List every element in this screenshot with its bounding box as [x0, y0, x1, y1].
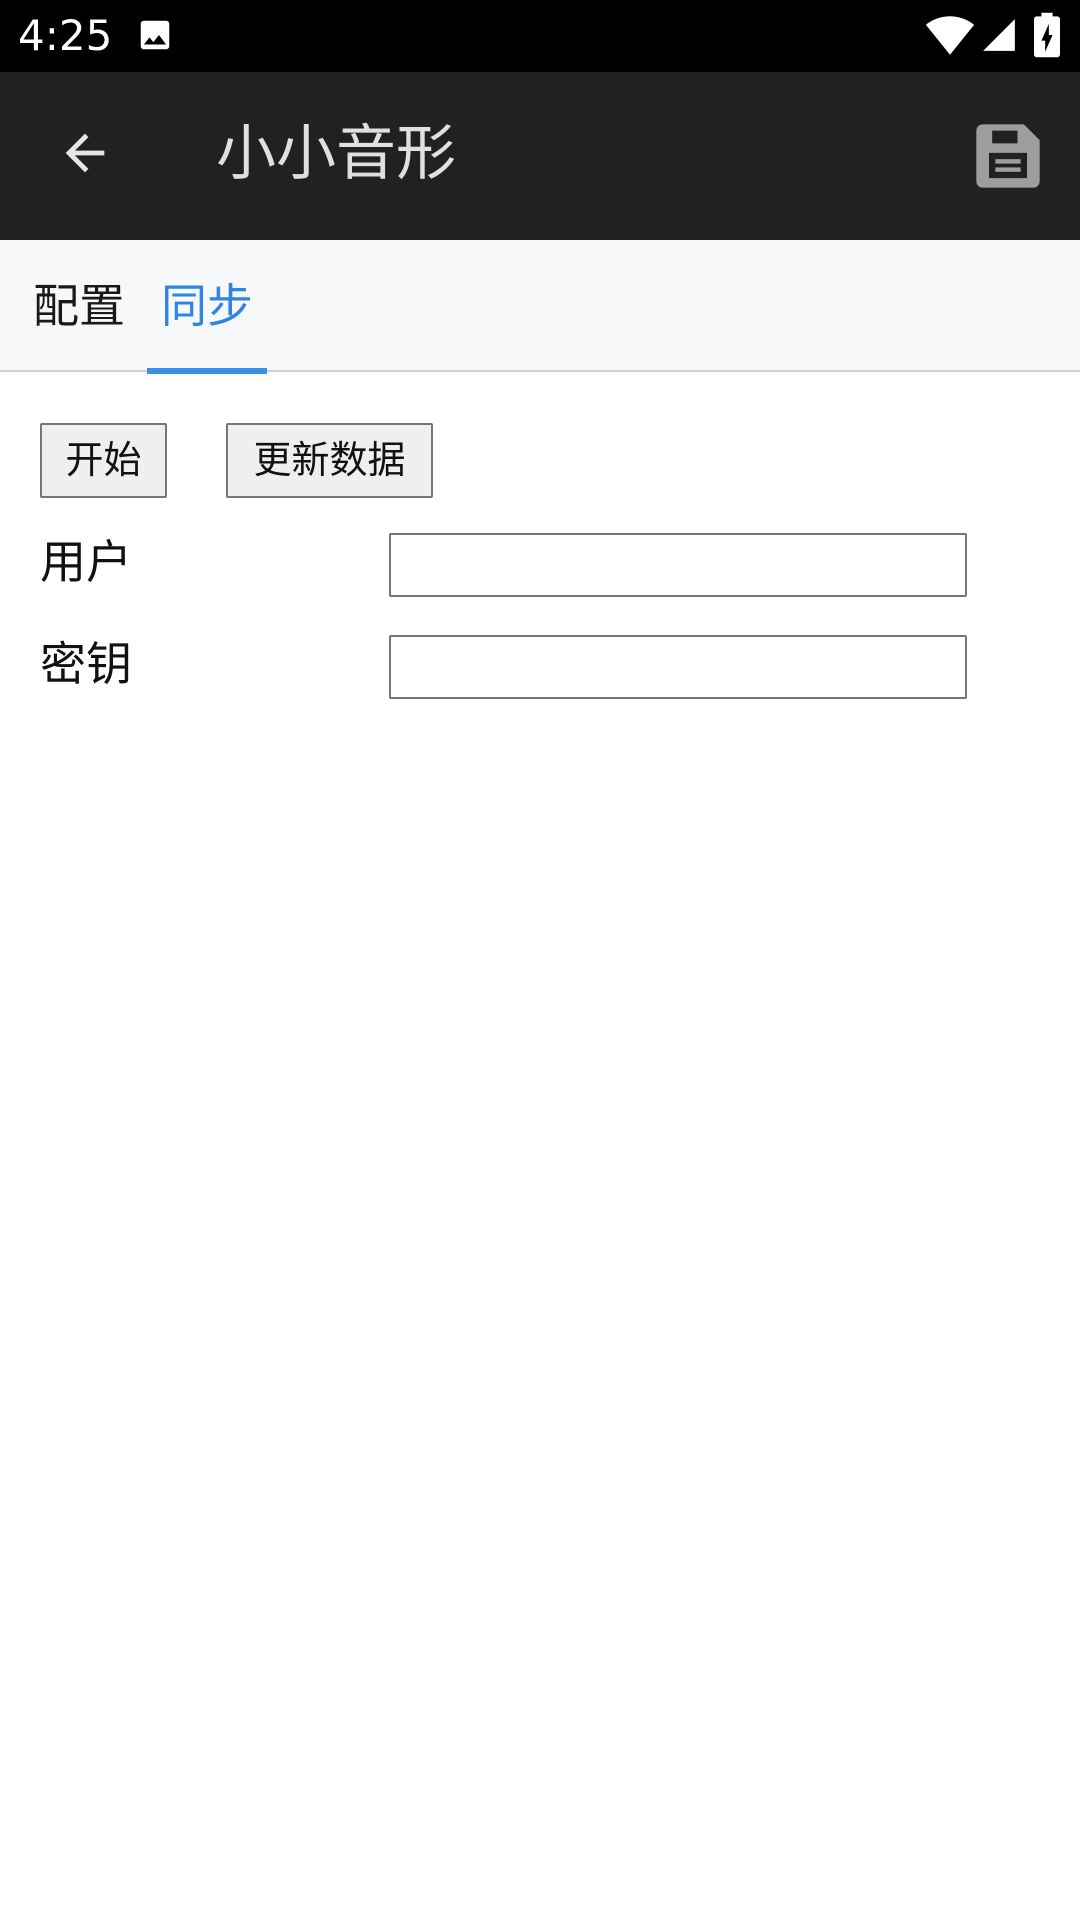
- update-data-button[interactable]: 更新数据: [226, 423, 433, 498]
- tab-bar: 配置 同步: [0, 240, 1080, 374]
- user-field[interactable]: [389, 533, 967, 597]
- tab-sync-label: 同步: [161, 279, 253, 333]
- app-title: 小小音形: [216, 119, 456, 189]
- floppy-save-icon[interactable]: [970, 118, 1046, 194]
- wifi-icon: [925, 16, 975, 55]
- start-button[interactable]: 开始: [40, 423, 167, 498]
- status-time: 4:25: [18, 11, 113, 60]
- image-icon: [140, 20, 170, 50]
- tab-sync[interactable]: 同步: [147, 240, 267, 374]
- battery-charging-icon: [1034, 12, 1060, 58]
- user-label: 用户: [40, 535, 132, 589]
- signal-icon: [983, 19, 1015, 51]
- arrow-back-icon[interactable]: [56, 124, 114, 182]
- tab-active-indicator: [147, 368, 267, 374]
- key-field[interactable]: [389, 635, 967, 699]
- tab-config-label: 配置: [33, 279, 125, 333]
- key-label: 密钥: [40, 637, 132, 691]
- status-bar: 4:25: [0, 0, 1080, 72]
- app-bar: 小小音形: [0, 72, 1080, 240]
- tab-config[interactable]: 配置: [24, 240, 134, 372]
